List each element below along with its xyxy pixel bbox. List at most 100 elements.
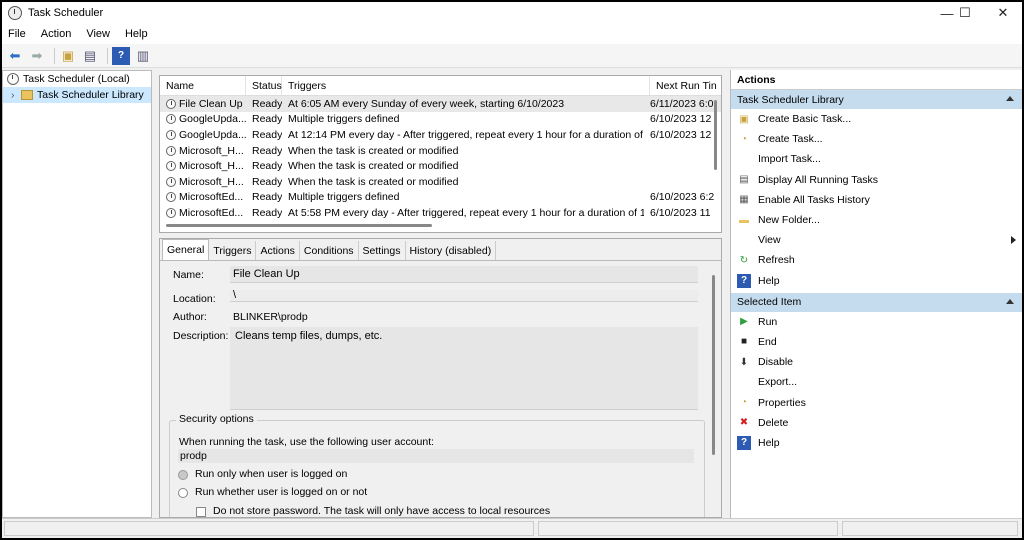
- column-status[interactable]: Status: [246, 76, 282, 95]
- location-label: Location:: [173, 293, 216, 305]
- tab-actions[interactable]: Actions: [256, 241, 300, 260]
- task-name: MicrosoftEd...: [179, 191, 244, 204]
- task-clock-icon: [166, 145, 176, 156]
- task-clock-icon: [166, 161, 176, 172]
- task-triggers: When the task is created or modified: [288, 175, 459, 188]
- status-cell-middle: [538, 521, 838, 536]
- action-new-folder[interactable]: ▬ New Folder...: [731, 210, 1022, 230]
- location-value: \: [233, 289, 237, 301]
- collapse-up-icon[interactable]: [1006, 96, 1014, 101]
- menu-help[interactable]: Help: [125, 28, 148, 40]
- action-label: Create Task...: [758, 133, 823, 146]
- table-row[interactable]: MicrosoftEd... Ready At 5:58 PM every day …: [160, 205, 721, 221]
- task-next-run: 6/11/2023 6:0: [650, 97, 714, 110]
- do-not-store-password-label: Do not store password. The task will onl…: [213, 505, 551, 517]
- toolbar-separator: [107, 47, 108, 64]
- table-row[interactable]: Microsoft_H... Ready When the task is crea…: [160, 158, 721, 174]
- task-status: Ready: [252, 113, 282, 126]
- column-next-run-time[interactable]: Next Run Tin: [650, 76, 720, 95]
- task-clock-icon: [166, 207, 176, 218]
- actions-section-selected[interactable]: Selected Item: [731, 292, 1022, 312]
- column-triggers[interactable]: Triggers: [282, 76, 650, 95]
- action-label: Disable: [758, 356, 794, 369]
- task-name: File Clean Up: [179, 97, 243, 110]
- task-name: Microsoft_H...: [179, 160, 244, 173]
- running-tasks-icon: ▤: [739, 174, 749, 186]
- task-status: Ready: [252, 97, 282, 110]
- task-list-header: Name Status Triggers Next Run Tin: [160, 76, 721, 96]
- column-name[interactable]: Name: [160, 76, 246, 95]
- action-help[interactable]: ? Help: [731, 271, 1022, 291]
- location-field: \: [230, 289, 698, 302]
- action-run[interactable]: ▶ Run: [731, 312, 1022, 332]
- task-detail-pane: General Triggers Actions Conditions Sett…: [159, 238, 722, 518]
- table-row[interactable]: Microsoft_H... Ready When the task is crea…: [160, 143, 721, 159]
- chevron-right-icon[interactable]: ›: [11, 89, 21, 101]
- tab-conditions[interactable]: Conditions: [300, 241, 359, 260]
- action-view[interactable]: View: [731, 230, 1022, 250]
- task-next-run: 6/10/2023 12: [650, 128, 712, 141]
- radio-logged-on-or-not[interactable]: [178, 488, 188, 498]
- user-account-field: prodp: [178, 449, 694, 463]
- tree-item-library[interactable]: › Task Scheduler Library: [3, 87, 151, 103]
- up-folder-icon[interactable]: ▣: [59, 47, 77, 65]
- action-create-basic-task[interactable]: ▣ Create Basic Task...: [731, 109, 1022, 129]
- menu-bar: File Action View Help: [2, 24, 1022, 44]
- show-hide-console-tree-icon[interactable]: ▤: [81, 47, 99, 65]
- actions-section-library[interactable]: Task Scheduler Library: [731, 90, 1022, 109]
- help-icon: ?: [737, 273, 751, 288]
- tab-triggers[interactable]: Triggers: [209, 241, 257, 260]
- author-value: BLINKER\prodp: [233, 311, 308, 323]
- action-end[interactable]: ■ End: [731, 332, 1022, 352]
- show-hide-action-pane-icon[interactable]: ▥: [134, 47, 152, 65]
- table-row[interactable]: File Clean Up Ready At 6:05 AM every Sunda…: [160, 96, 721, 112]
- description-value: Cleans temp files, dumps, etc.: [235, 330, 383, 342]
- properties-icon: ◔: [740, 397, 748, 409]
- close-button[interactable]: ✕: [986, 2, 1020, 24]
- radio-logged-on[interactable]: [178, 470, 188, 480]
- menu-file[interactable]: File: [8, 28, 26, 40]
- menu-action[interactable]: Action: [41, 28, 72, 40]
- task-list-vertical-scrollbar[interactable]: [714, 100, 717, 170]
- action-export[interactable]: Export...: [731, 372, 1022, 392]
- action-enable-all-tasks-history[interactable]: ▦ Enable All Tasks History: [731, 190, 1022, 210]
- action-help[interactable]: ? Help: [731, 433, 1022, 453]
- menu-view[interactable]: View: [86, 28, 110, 40]
- action-refresh[interactable]: ↻ Refresh: [731, 250, 1022, 270]
- table-row[interactable]: Microsoft_H... Ready When the task is crea…: [160, 174, 721, 190]
- task-scheduler-app-icon: [8, 6, 22, 20]
- submenu-arrow-icon: [1011, 236, 1016, 245]
- forward-arrow-icon[interactable]: ➡: [28, 47, 46, 65]
- task-next-run: 6/10/2023 11: [650, 206, 711, 219]
- action-display-all-running-tasks[interactable]: ▤ Display All Running Tasks: [731, 170, 1022, 190]
- task-list-horizontal-scrollbar[interactable]: [166, 224, 432, 227]
- table-row[interactable]: GoogleUpda... Ready At 12:14 PM every day …: [160, 127, 721, 143]
- task-clock-icon: [166, 114, 176, 125]
- action-disable[interactable]: ⬇ Disable: [731, 352, 1022, 372]
- back-arrow-icon[interactable]: ⬅: [6, 47, 24, 65]
- security-options-group: Security options When running the task, …: [169, 413, 705, 517]
- refresh-icon: ↻: [739, 254, 749, 266]
- maximize-button[interactable]: ☐: [948, 2, 982, 24]
- tree-item-root[interactable]: Task Scheduler (Local): [3, 71, 151, 87]
- table-row[interactable]: GoogleUpda... Ready Multiple triggers defi…: [160, 112, 721, 128]
- actions-section-selected-label: Selected Item: [737, 296, 802, 309]
- name-field[interactable]: File Clean Up: [230, 266, 698, 283]
- tab-general[interactable]: General: [162, 239, 210, 260]
- actions-header: Actions: [731, 70, 1022, 90]
- detail-vertical-scrollbar[interactable]: [712, 275, 715, 455]
- collapse-up-icon[interactable]: [1006, 298, 1014, 304]
- action-delete[interactable]: ✖ Delete: [731, 413, 1022, 433]
- action-import-task[interactable]: Import Task...: [731, 149, 1022, 169]
- table-row[interactable]: MicrosoftEd... Ready Multiple triggers def…: [160, 190, 721, 206]
- tab-settings[interactable]: Settings: [359, 241, 406, 260]
- tab-history[interactable]: History (disabled): [406, 241, 497, 260]
- action-properties[interactable]: ◔ Properties: [731, 392, 1022, 412]
- task-status: Ready: [252, 175, 282, 188]
- task-next-run: 6/10/2023 12: [650, 113, 712, 126]
- help-icon[interactable]: ?: [112, 46, 130, 65]
- toolbar: ⬅ ➡ ▣ ▤ ? ▥: [2, 44, 1022, 68]
- do-not-store-password-checkbox[interactable]: [196, 507, 206, 517]
- description-field[interactable]: Cleans temp files, dumps, etc.: [230, 327, 698, 410]
- action-create-task[interactable]: ◔ Create Task...: [731, 129, 1022, 149]
